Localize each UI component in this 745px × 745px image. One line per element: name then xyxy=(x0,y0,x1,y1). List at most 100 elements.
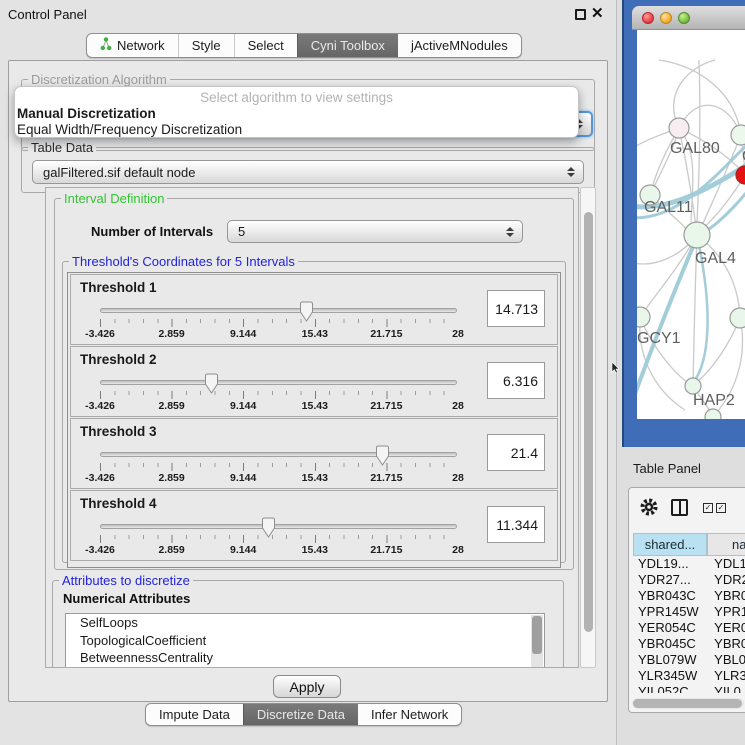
tab-cyni-toolbox[interactable]: Cyni Toolbox xyxy=(297,34,398,57)
list-item[interactable]: SelfLoops xyxy=(66,614,544,632)
slider-ticks xyxy=(100,391,458,399)
tab-select[interactable]: Select xyxy=(234,34,297,57)
threshold-4-slider-track[interactable] xyxy=(100,524,457,529)
node-label-gal80: GAL80 xyxy=(670,140,720,158)
threshold-4-slider-thumb[interactable] xyxy=(261,517,276,538)
table-row[interactable]: YBL079WYBL0 xyxy=(633,652,745,668)
slider-ticks xyxy=(100,535,458,543)
threshold-3-value-field[interactable]: 21.4 xyxy=(487,434,545,471)
network-window-titlebar[interactable] xyxy=(632,6,745,30)
gear-icon[interactable] xyxy=(639,497,659,520)
minimize-traffic-light-icon[interactable] xyxy=(660,12,672,24)
list-item[interactable]: BetweennessCentrality xyxy=(66,649,544,667)
table-row[interactable]: YBR045CYBR0 xyxy=(633,636,745,652)
float-window-icon[interactable] xyxy=(575,9,586,20)
table-row[interactable]: YIL052CYIL0 xyxy=(633,684,745,693)
threshold-3-slider-track[interactable] xyxy=(100,452,457,457)
tab-discretize-data[interactable]: Discretize Data xyxy=(243,704,358,725)
bottom-tab-bar: Impute Data Discretize Data Infer Networ… xyxy=(145,703,462,726)
attributes-group: Attributes to discretize Numerical Attri… xyxy=(52,580,564,668)
thresholds-title: Threshold's Coordinates for 5 Intervals xyxy=(69,254,298,269)
table-row[interactable]: YLR345WYLR3 xyxy=(633,668,745,684)
node-partial[interactable] xyxy=(705,409,721,419)
interval-definition-title: Interval Definition xyxy=(61,191,167,206)
network-canvas[interactable]: GAL80 G. C GAL11 GAL4 GCY1 H HAP2 xyxy=(637,30,745,419)
popup-option-equal-width[interactable]: Equal Width/Frequency Discretization xyxy=(17,122,242,137)
table-header-row: shared... na xyxy=(633,533,745,556)
tab-infer-network[interactable]: Infer Network xyxy=(358,704,461,725)
apply-button[interactable]: Apply xyxy=(273,675,341,698)
table-row[interactable]: YPR145WYPR1 xyxy=(633,604,745,620)
threshold-2-value-field[interactable]: 6.316 xyxy=(487,362,545,399)
tab-style[interactable]: Style xyxy=(178,34,234,57)
node-gcy1[interactable] xyxy=(637,307,650,327)
threshold-1-label: Threshold 1 xyxy=(80,280,157,295)
node-gal4[interactable] xyxy=(684,222,710,248)
combo-stepper-icon xyxy=(567,167,575,177)
threshold-4-row: Threshold 4 -3.426 2.859 9.144 15.43 21.… xyxy=(70,490,558,561)
threshold-1-slider-thumb[interactable] xyxy=(299,301,314,322)
table-panel-title: Table Panel xyxy=(633,461,701,476)
column-header-shared-name[interactable]: shared... xyxy=(633,533,707,556)
popup-option-manual[interactable]: Manual Discretization xyxy=(17,106,156,121)
number-of-intervals-value: 5 xyxy=(238,224,245,239)
table-row[interactable]: YER054CYER0 xyxy=(633,620,745,636)
cyni-content-panel: Discretization Algorithm Select algorith… xyxy=(8,60,608,702)
table-row[interactable]: YDL19...YDL1 xyxy=(633,556,745,572)
slider-tick-labels: -3.426 2.859 9.144 15.43 21.715 28 xyxy=(100,472,458,484)
threshold-4-value-field[interactable]: 11.344 xyxy=(487,506,545,543)
discretization-algorithm-title: Discretization Algorithm xyxy=(28,72,170,87)
columns-icon[interactable] xyxy=(671,499,688,516)
slider-tick-labels: -3.426 2.859 9.144 15.43 21.715 28 xyxy=(100,544,458,556)
select-all-checkbox-icon[interactable]: ✓ xyxy=(703,503,713,513)
tab-network-label: Network xyxy=(117,38,165,53)
threshold-2-slider-track[interactable] xyxy=(100,380,457,385)
number-of-intervals-combobox[interactable]: 5 xyxy=(227,220,523,243)
mouse-cursor xyxy=(611,362,620,377)
number-of-intervals-label: Number of Intervals xyxy=(91,224,213,239)
tab-network[interactable]: Network xyxy=(87,34,178,57)
thresholds-container: Threshold 1 -3.426 2.859 9.144 15.43 21.… xyxy=(67,272,561,568)
interval-definition-group: Interval Definition Number of Intervals … xyxy=(54,198,574,570)
node-h[interactable] xyxy=(730,308,745,328)
threshold-1-value-field[interactable]: 14.713 xyxy=(487,290,545,327)
tab-impute-data[interactable]: Impute Data xyxy=(146,704,243,725)
algorithm-dropdown-popup: Select algorithm to view settings Manual… xyxy=(14,86,579,138)
zoom-traffic-light-icon[interactable] xyxy=(678,12,690,24)
select-none-checkbox-icon[interactable]: ✓ xyxy=(716,503,726,513)
slider-tick-labels: -3.426 2.859 9.144 15.43 21.715 28 xyxy=(100,328,458,340)
node-label-gal4: GAL4 xyxy=(695,250,736,268)
table-data-combobox[interactable]: galFiltered.sif default node xyxy=(32,160,584,184)
threshold-3-slider-thumb[interactable] xyxy=(375,445,390,466)
table-data-selected: galFiltered.sif default node xyxy=(43,165,195,180)
vertical-scrollbar[interactable] xyxy=(580,187,596,668)
table-row[interactable]: YDR27...YDR2 xyxy=(633,572,745,588)
column-header-name[interactable]: na xyxy=(707,533,745,556)
threshold-3-label: Threshold 3 xyxy=(80,424,157,439)
network-window: GAL80 G. C GAL11 GAL4 GCY1 H HAP2 xyxy=(622,0,745,447)
top-tab-bar: Network Style Select Cyni Toolbox jActiv… xyxy=(86,33,522,58)
numerical-attributes-label: Numerical Attributes xyxy=(63,591,190,606)
list-item[interactable]: TopologicalCoefficient xyxy=(66,632,544,650)
settings-scroll-panel: Interval Definition Number of Intervals … xyxy=(45,187,579,668)
table-row[interactable]: YBR043CYBR0 xyxy=(633,588,745,604)
threshold-2-slider-thumb[interactable] xyxy=(204,373,219,394)
node-g[interactable] xyxy=(731,125,745,145)
slider-ticks xyxy=(100,319,458,327)
list-scrollbar[interactable] xyxy=(531,615,543,668)
tab-jactivemnodules[interactable]: jActiveMNodules xyxy=(398,34,521,57)
close-traffic-light-icon[interactable] xyxy=(642,12,654,24)
network-icon xyxy=(100,37,112,54)
control-panel-titlebar: Control Panel ✕ xyxy=(0,0,616,28)
network-graph xyxy=(637,30,745,419)
close-icon[interactable]: ✕ xyxy=(591,4,604,22)
threshold-1-slider-track[interactable] xyxy=(100,308,457,313)
node-gal80[interactable] xyxy=(669,118,689,138)
threshold-4-label: Threshold 4 xyxy=(80,496,157,511)
right-panel: GAL80 G. C GAL11 GAL4 GCY1 H HAP2 Table … xyxy=(617,0,745,745)
popup-hint: Select algorithm to view settings xyxy=(15,90,578,105)
combo-stepper-icon xyxy=(506,227,514,237)
node-label-gal11: GAL11 xyxy=(644,199,693,217)
table-panel: ✓ ✓ shared... na YDL19...YDL1 YDR27...YD… xyxy=(628,487,745,713)
horizontal-scrollbar[interactable] xyxy=(632,698,744,709)
